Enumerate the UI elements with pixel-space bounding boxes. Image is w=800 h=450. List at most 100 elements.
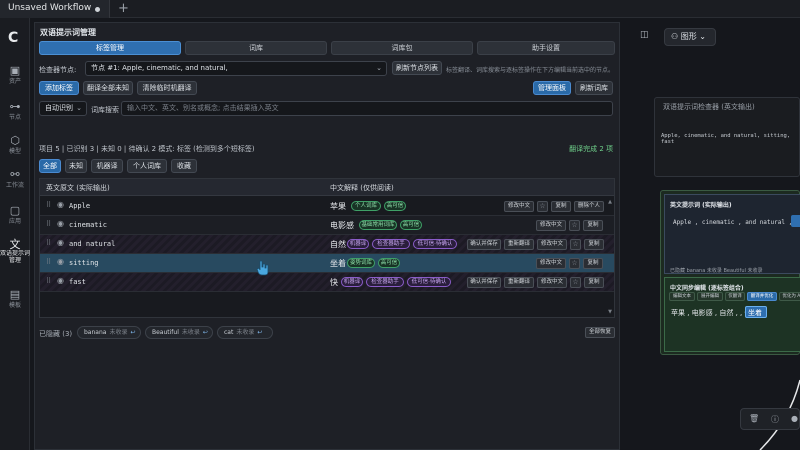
selected-chinese-chip[interactable]: 坐着 bbox=[745, 306, 767, 318]
table-row[interactable]: ⠿ ◉ sitting 坐着 姿势词库 高可信 修改中文 ☆ 复制 bbox=[40, 254, 614, 273]
copy-button[interactable]: 复制 bbox=[583, 220, 603, 231]
new-tab-plus-icon[interactable]: + bbox=[118, 1, 129, 16]
edit-chinese-button[interactable]: 修改中文 bbox=[537, 239, 567, 250]
filter-all[interactable]: 全部 bbox=[39, 159, 61, 173]
tag-chinese[interactable]: 苹果 bbox=[330, 201, 346, 212]
tag-chinese[interactable]: 电影感 bbox=[330, 220, 354, 231]
mini-tab-translate-optimize[interactable]: 翻译并优化 bbox=[747, 292, 777, 301]
tag-chinese[interactable]: 坐着 bbox=[330, 258, 346, 269]
inspector-node[interactable]: 双语提示词检查器 (英文输出) Apple, cinematic, and na… bbox=[654, 97, 800, 177]
edit-chinese-button[interactable]: 修改中文 bbox=[537, 277, 567, 288]
workflow-tab[interactable]: Unsaved Workflow bbox=[0, 0, 110, 18]
eye-icon[interactable]: ◉ bbox=[57, 219, 64, 228]
mini-tab-expand-edit[interactable]: 展开编辑 bbox=[697, 292, 723, 301]
sidebar-item-assets[interactable]: ▣ 资产 bbox=[0, 64, 30, 85]
sidebar-item-models[interactable]: ⬡ 模型 bbox=[0, 134, 30, 155]
refresh-lexicon-button[interactable]: 刷新词库 bbox=[575, 81, 613, 95]
drag-handle-icon[interactable]: ⠿ bbox=[46, 258, 51, 266]
edit-chinese-button[interactable]: 修改中文 bbox=[504, 201, 534, 212]
restore-all-button[interactable]: 全部恢复 bbox=[585, 327, 615, 338]
mini-tab-optimize-ai[interactable]: 优化为 Ai bbox=[779, 292, 800, 301]
table-row[interactable]: ⠿ ◉ fast 快 机器译 检查器助手 低可信·待确认 确认并保存 重新翻译 … bbox=[40, 273, 614, 292]
star-icon[interactable]: ☆ bbox=[569, 258, 580, 269]
copy-button[interactable]: 复制 bbox=[583, 258, 603, 269]
tab-lexicon-pack[interactable]: 词库包 bbox=[331, 41, 473, 55]
panel-title: 双语提示词管理 bbox=[40, 28, 96, 37]
copy-button[interactable]: 复制 bbox=[584, 239, 604, 250]
star-icon[interactable]: ☆ bbox=[570, 277, 581, 288]
node-selector-dropdown[interactable]: 节点 #1: Apple, cinematic, and natural, ⌄ bbox=[85, 61, 387, 76]
bilingual-editor-node[interactable]: 英文提示词 (实际输出) Apple , cinematic , and nat… bbox=[660, 190, 800, 355]
table-row[interactable]: ⠿ ◉ cinematic 电影感 基础常用词库 高可信 修改中文 ☆ 复制 bbox=[40, 216, 614, 235]
lexicon-search-input[interactable]: 输入中文、英文、别名或概念; 点击结果插入英文 bbox=[121, 101, 613, 116]
copy-button[interactable]: 复制 bbox=[551, 201, 571, 212]
retranslate-button[interactable]: 重新翻译 bbox=[504, 277, 534, 288]
star-icon[interactable]: ☆ bbox=[569, 220, 580, 231]
info-icon[interactable]: ⓘ bbox=[771, 414, 779, 425]
tab-tag-management[interactable]: 标签管理 bbox=[39, 41, 181, 55]
scroll-up-icon[interactable]: ▲ bbox=[608, 199, 612, 205]
tab-lexicon[interactable]: 词库 bbox=[185, 41, 327, 55]
filter-unknown[interactable]: 未知 bbox=[65, 159, 87, 173]
sidebar-item-workflows[interactable]: ⚯ 工作流 bbox=[0, 168, 30, 189]
clear-temp-translation-button[interactable]: 清除临时机翻译 bbox=[137, 81, 197, 95]
sidebar-item-templates[interactable]: ▤ 模板 bbox=[0, 288, 30, 309]
scroll-down-icon[interactable]: ▼ bbox=[608, 309, 612, 315]
eye-icon[interactable]: ◉ bbox=[57, 257, 64, 266]
hidden-tag-text: Beautiful bbox=[152, 329, 179, 336]
table-row[interactable]: ⠿ ◉ Apple 苹果 个人词库 高可信 修改中文 ☆ 复制 删除个人 bbox=[40, 197, 614, 216]
restore-icon[interactable]: ↩ bbox=[203, 329, 208, 336]
translate-all-unknown-button[interactable]: 翻译全部未知 bbox=[83, 81, 133, 95]
drag-handle-icon[interactable]: ⠿ bbox=[46, 201, 51, 209]
sidebar-item-bilingual-prompt[interactable]: 文 双语提示词管理 bbox=[0, 236, 30, 264]
eye-icon[interactable]: ◉ bbox=[57, 276, 64, 285]
unsaved-dot-icon bbox=[95, 7, 100, 12]
node-selector-label: 检查器节点: bbox=[39, 66, 77, 74]
confirm-save-button[interactable]: 确认并保存 bbox=[467, 277, 501, 288]
mini-tab-translate-only[interactable]: 仅翻译 bbox=[725, 292, 745, 301]
selected-tag-chip[interactable] bbox=[791, 215, 800, 227]
tab-assistant-settings[interactable]: 助手设置 bbox=[477, 41, 615, 55]
sidebar-item-nodes[interactable]: ⊶ 节点 bbox=[0, 100, 30, 121]
delete-personal-button[interactable]: 删除个人 bbox=[574, 201, 604, 212]
mini-tab-edit-text[interactable]: 编辑文本 bbox=[669, 292, 695, 301]
star-icon[interactable]: ☆ bbox=[537, 201, 548, 212]
trash-icon[interactable]: 🗑 bbox=[749, 414, 759, 423]
filter-favorites[interactable]: 收藏 bbox=[171, 159, 197, 173]
edit-chinese-button[interactable]: 修改中文 bbox=[536, 220, 566, 231]
sidebar-item-apps[interactable]: ▢ 应用 bbox=[0, 204, 30, 225]
hidden-tag-chip[interactable]: banana 未收录 ↩ bbox=[77, 326, 141, 339]
table-row[interactable]: ⠿ ◉ and natural 自然 机器译 检查器助手 低可信·待确认 确认并… bbox=[40, 235, 614, 254]
english-prompt-box: 英文提示词 (实际输出) Apple , cinematic , and nat… bbox=[664, 194, 800, 274]
add-tag-button[interactable]: 添加标签 bbox=[39, 81, 79, 95]
retranslate-button[interactable]: 重新翻译 bbox=[504, 239, 534, 250]
drag-handle-icon[interactable]: ⠿ bbox=[46, 239, 51, 247]
hidden-tag-chip[interactable]: Beautiful 未收录 ↩ bbox=[145, 326, 213, 339]
restore-icon[interactable]: ↩ bbox=[257, 329, 262, 336]
tag-chinese[interactable]: 自然 bbox=[330, 239, 346, 250]
confirm-save-button[interactable]: 确认并保存 bbox=[467, 239, 501, 250]
chevron-down-icon: ⌄ bbox=[376, 64, 382, 72]
graph-view-dropdown[interactable]: ⚇ 图形 ⌄ bbox=[664, 28, 716, 46]
tag-chinese[interactable]: 快 bbox=[330, 277, 338, 288]
star-icon[interactable]: ☆ bbox=[570, 239, 581, 250]
eye-icon[interactable]: ◉ bbox=[57, 200, 64, 209]
inspector-node-output: Apple, cinematic, and natural, sitting, … bbox=[661, 133, 791, 145]
filter-machine[interactable]: 机器译 bbox=[91, 159, 123, 173]
app-logo-icon[interactable]: C bbox=[8, 30, 18, 46]
hidden-tag-chip[interactable]: cat 未收录 ↩ bbox=[217, 326, 273, 339]
drag-handle-icon[interactable]: ⠿ bbox=[46, 277, 51, 285]
panel-toggle-icon[interactable]: ◫ bbox=[640, 30, 649, 40]
drag-handle-icon[interactable]: ⠿ bbox=[46, 220, 51, 228]
copy-button[interactable]: 复制 bbox=[584, 277, 604, 288]
eye-icon[interactable]: ◉ bbox=[57, 238, 64, 247]
node-selector-value: 节点 #1: Apple, cinematic, and natural, bbox=[91, 64, 228, 72]
refresh-node-list-button[interactable]: 刷新节点列表 bbox=[392, 61, 442, 75]
restore-icon[interactable]: ↩ bbox=[130, 329, 135, 336]
language-mode-dropdown[interactable]: 自动识别 ⌄ bbox=[39, 101, 87, 116]
filter-personal-lexicon[interactable]: 个人词库 bbox=[127, 159, 167, 173]
app-icon: ▢ bbox=[9, 204, 21, 217]
edit-chinese-button[interactable]: 修改中文 bbox=[536, 258, 566, 269]
manage-panel-button[interactable]: 管理面板 bbox=[533, 81, 571, 95]
toggle-icon[interactable]: ● bbox=[791, 414, 798, 423]
